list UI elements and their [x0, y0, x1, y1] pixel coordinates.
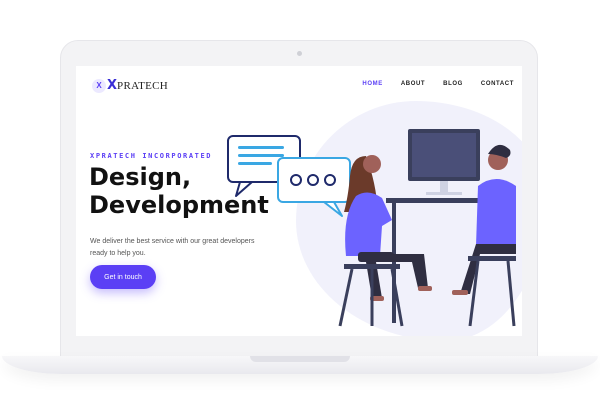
logo-x-mark: X [107, 78, 118, 93]
brand-logo[interactable]: X X PRATECH [92, 78, 168, 93]
logo-badge-icon: X [92, 78, 106, 93]
nav-link-about[interactable]: ABOUT [401, 81, 425, 87]
ellipsis-chat-icon [277, 157, 351, 217]
nav-link-blog[interactable]: BLOG [443, 81, 463, 87]
nav-link-contact[interactable]: CONTACT [481, 81, 514, 87]
top-navbar: X X PRATECH HOME ABOUT BLOG CONTACT [76, 66, 522, 106]
website-screen: X X PRATECH HOME ABOUT BLOG CONTACT XPRA… [76, 66, 522, 336]
team-illustration [227, 129, 516, 327]
nav-menu: HOME ABOUT BLOG CONTACT [362, 81, 514, 87]
get-in-touch-button[interactable]: Get in touch [90, 265, 156, 289]
laptop-camera [297, 51, 302, 56]
logo-text: PRATECH [117, 79, 169, 92]
nav-link-home[interactable]: HOME [362, 81, 382, 87]
laptop-base-notch [250, 356, 350, 362]
monitor-icon [408, 129, 480, 195]
hero-eyebrow: XPRATECH INCORPORATED [90, 152, 213, 160]
